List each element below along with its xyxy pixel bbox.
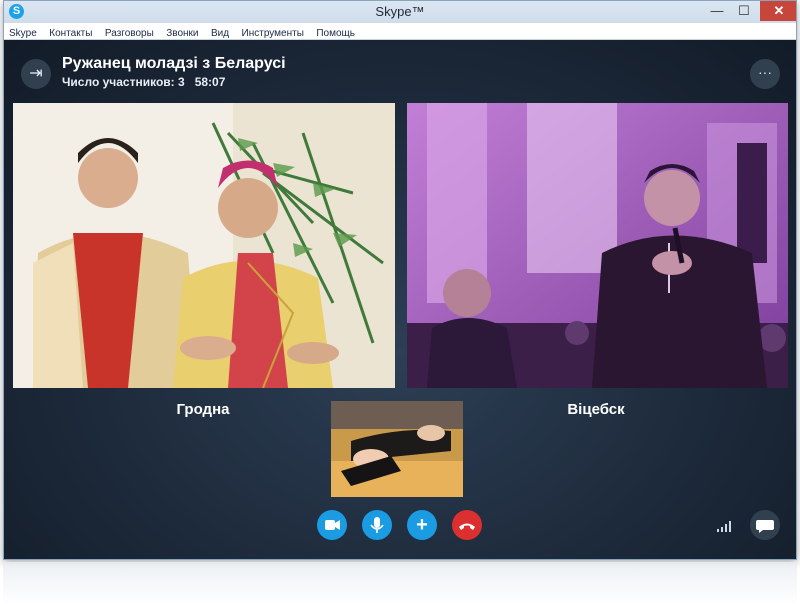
- close-button[interactable]: ✕: [760, 1, 796, 21]
- video-feed-grodna[interactable]: [13, 103, 395, 388]
- menu-bar: Skype Контакты Разговоры Звонки Вид Инст…: [4, 23, 796, 40]
- caption-vitebsk: Віцебск: [567, 401, 625, 418]
- hang-up-icon[interactable]: [452, 510, 482, 540]
- minimize-button[interactable]: —: [704, 1, 730, 21]
- maximize-button[interactable]: ☐: [731, 1, 757, 21]
- hang-up-glyph: [459, 523, 475, 530]
- plus-icon[interactable]: +: [407, 510, 437, 540]
- call-status: Число участников: 3 58:07: [62, 75, 225, 89]
- microphone-icon[interactable]: [362, 510, 392, 540]
- chat-bubble-icon[interactable]: [750, 510, 780, 540]
- self-view-frame: [331, 401, 463, 497]
- chat-bubble-glyph: [756, 520, 774, 533]
- video-camera-glyph: [325, 520, 340, 530]
- video-camera-icon[interactable]: [317, 510, 347, 540]
- exit-call-icon[interactable]: ⇥: [21, 59, 51, 89]
- video-frame-grodna: [13, 103, 395, 388]
- skype-window: S Skype™ — ☐ ✕ Skype Контакты Разговоры …: [3, 0, 797, 560]
- caption-grodna: Гродна: [176, 401, 230, 418]
- video-feed-vitebsk[interactable]: [407, 103, 788, 388]
- self-view-video[interactable]: [331, 401, 463, 497]
- window-title: Skype™: [375, 4, 425, 19]
- call-area: ⇥ Ружанец моладзі з Беларусі Число участ…: [4, 40, 796, 559]
- more-options-icon[interactable]: ···: [750, 59, 780, 89]
- window-reflection: [3, 562, 797, 606]
- signal-strength-icon: [717, 520, 733, 532]
- participants-count: Число участников: 3: [62, 75, 185, 89]
- microphone-glyph: [370, 517, 384, 533]
- call-title: Ружанец моладзі з Беларусі: [62, 55, 286, 72]
- title-bar: S Skype™ — ☐ ✕: [4, 1, 796, 23]
- video-frame-vitebsk: [407, 103, 788, 388]
- call-duration: 58:07: [194, 75, 226, 89]
